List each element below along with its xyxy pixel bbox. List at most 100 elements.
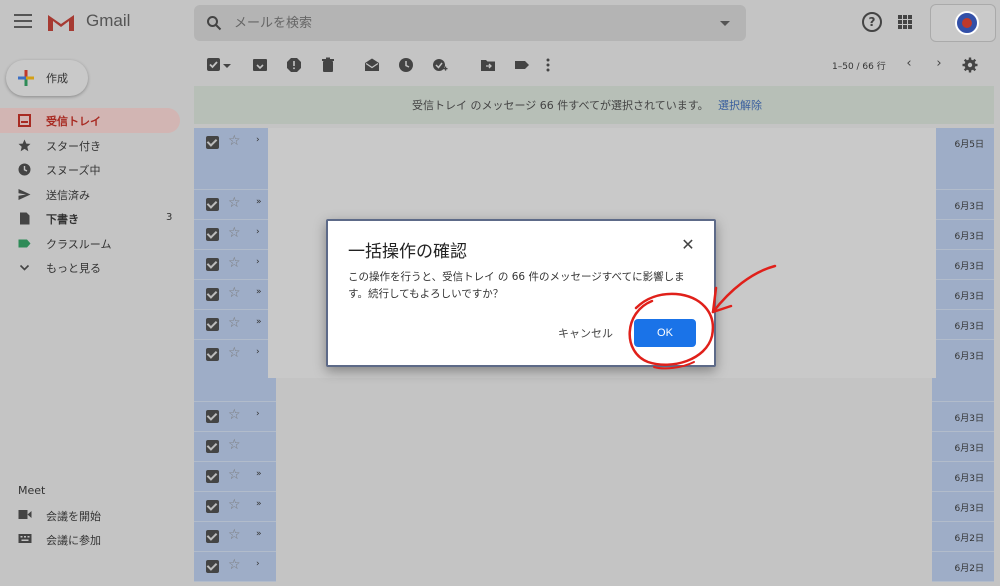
star-toggle-icon[interactable]: ☆: [228, 285, 241, 301]
row-date: 6月2日: [954, 564, 984, 574]
selection-banner-text: 受信トレイ のメッセージ 66 件すべてが選択されています。: [412, 99, 709, 112]
close-icon[interactable]: ✕: [680, 237, 696, 253]
sidebar-item-label: もっと見る: [46, 262, 101, 275]
importance-marker[interactable]: »: [256, 197, 262, 207]
star-toggle-icon[interactable]: ☆: [228, 527, 241, 543]
next-page-icon[interactable]: ›: [932, 57, 946, 71]
row-date: 6月3日: [954, 322, 984, 332]
selection-banner: 受信トレイ のメッセージ 66 件すべてが選択されています。 選択解除: [194, 86, 994, 124]
importance-marker[interactable]: ›: [256, 409, 260, 419]
row-checkbox[interactable]: [206, 500, 219, 513]
meet-item-label: 会議に参加: [46, 534, 101, 547]
importance-marker[interactable]: ›: [256, 135, 260, 145]
sidebar-item-label: 受信トレイ: [46, 115, 101, 128]
cancel-button[interactable]: キャンセル: [558, 325, 613, 341]
inbox-icon: [18, 114, 31, 127]
importance-marker[interactable]: »: [256, 529, 262, 539]
select-all-checkbox-icon[interactable]: [206, 57, 222, 73]
settings-gear-icon[interactable]: [962, 57, 978, 73]
mail-toolbar: 1–50 / 66 行 ‹ ›: [194, 48, 994, 82]
star-toggle-icon[interactable]: ☆: [228, 133, 241, 149]
sidebar-item-label: スヌーズ中: [46, 164, 101, 177]
send-icon: [18, 188, 31, 200]
row-checkbox[interactable]: [206, 288, 219, 301]
row-checkbox[interactable]: [206, 198, 219, 211]
drafts-count: 3: [166, 212, 173, 223]
more-options-icon[interactable]: [544, 57, 552, 73]
sidebar-item-label: 送信済み: [46, 188, 90, 202]
importance-marker[interactable]: ›: [256, 559, 260, 569]
row-checkbox[interactable]: [206, 470, 219, 483]
row-checkbox[interactable]: [206, 440, 219, 453]
delete-icon[interactable]: [320, 57, 336, 73]
sidebar-item-drafts[interactable]: 下書き 3: [0, 206, 186, 231]
row-checkbox[interactable]: [206, 228, 219, 241]
sidebar-item-more[interactable]: もっと見る: [0, 255, 186, 280]
star-toggle-icon[interactable]: ☆: [228, 195, 241, 211]
search-options-caret-icon[interactable]: [720, 21, 730, 26]
star-toggle-icon[interactable]: ☆: [228, 315, 241, 331]
importance-marker[interactable]: »: [256, 317, 262, 327]
previous-page-icon[interactable]: ‹: [902, 57, 916, 71]
star-toggle-icon[interactable]: ☆: [228, 225, 241, 241]
video-icon: [18, 510, 32, 519]
report-spam-icon[interactable]: [286, 57, 302, 73]
chevron-down-icon: [19, 264, 30, 271]
plus-icon: [18, 70, 34, 86]
meet-item-label: 会議を開始: [46, 510, 101, 523]
star-toggle-icon[interactable]: ☆: [228, 497, 241, 513]
search-bar[interactable]: [194, 5, 746, 41]
sidebar-item-snoozed[interactable]: スヌーズ中: [0, 157, 186, 182]
hamburger-menu-icon[interactable]: [14, 14, 32, 28]
row-checkbox[interactable]: [206, 530, 219, 543]
importance-marker[interactable]: ›: [256, 227, 260, 237]
row-checkbox[interactable]: [206, 136, 219, 149]
archive-icon[interactable]: [252, 57, 268, 73]
meet-start-meeting[interactable]: 会議を開始: [0, 504, 186, 526]
importance-marker[interactable]: ›: [256, 257, 260, 267]
move-to-icon[interactable]: [480, 57, 496, 73]
gmail-page: Gmail ? 作成 受信トレイ: [0, 0, 1000, 586]
ok-button[interactable]: OK: [634, 319, 696, 347]
label-icon: [18, 239, 31, 247]
account-switcher[interactable]: [930, 4, 996, 42]
row-checkbox[interactable]: [206, 318, 219, 331]
star-icon: [18, 139, 31, 151]
sidebar-nav: 受信トレイ スター付き スヌーズ中 送信済み 下書き 3 クラスルーム もっと見…: [0, 108, 186, 280]
snooze-clock-icon[interactable]: [398, 57, 414, 73]
sidebar-item-classroom[interactable]: クラスルーム: [0, 231, 186, 256]
help-icon[interactable]: ?: [862, 12, 882, 32]
label-tag-icon[interactable]: [514, 57, 530, 73]
meet-join-meeting[interactable]: 会議に参加: [0, 528, 186, 550]
search-input[interactable]: [234, 13, 704, 33]
importance-marker[interactable]: »: [256, 499, 262, 509]
star-toggle-icon[interactable]: ☆: [228, 467, 241, 483]
mark-as-read-icon[interactable]: [364, 57, 380, 73]
sidebar-item-starred[interactable]: スター付き: [0, 133, 186, 158]
avatar[interactable]: [955, 11, 979, 35]
star-toggle-icon[interactable]: ☆: [228, 437, 241, 453]
star-toggle-icon[interactable]: ☆: [228, 255, 241, 271]
row-checkbox[interactable]: [206, 560, 219, 573]
clear-selection-link[interactable]: 選択解除: [718, 97, 762, 113]
star-toggle-icon[interactable]: ☆: [228, 407, 241, 423]
compose-button[interactable]: 作成: [6, 60, 88, 96]
star-toggle-icon[interactable]: ☆: [228, 345, 241, 361]
importance-marker[interactable]: ›: [256, 347, 260, 357]
importance-marker[interactable]: »: [256, 287, 262, 297]
sidebar-item-inbox[interactable]: 受信トレイ: [0, 108, 180, 133]
add-to-tasks-icon[interactable]: [432, 57, 448, 73]
row-checkbox[interactable]: [206, 258, 219, 271]
sidebar-item-sent[interactable]: 送信済み: [0, 182, 186, 207]
star-toggle-icon[interactable]: ☆: [228, 557, 241, 573]
select-dropdown-caret-icon[interactable]: [222, 57, 232, 73]
importance-marker[interactable]: »: [256, 469, 262, 479]
row-checkbox[interactable]: [206, 410, 219, 423]
meet-section-title: Meet: [18, 484, 46, 497]
pagination-info: 1–50 / 66 行: [832, 62, 886, 72]
row-date: 6月3日: [954, 292, 984, 302]
row-checkbox[interactable]: [206, 348, 219, 361]
search-icon[interactable]: [206, 15, 222, 31]
row-date: 6月3日: [954, 262, 984, 272]
apps-grid-icon[interactable]: [898, 15, 912, 29]
